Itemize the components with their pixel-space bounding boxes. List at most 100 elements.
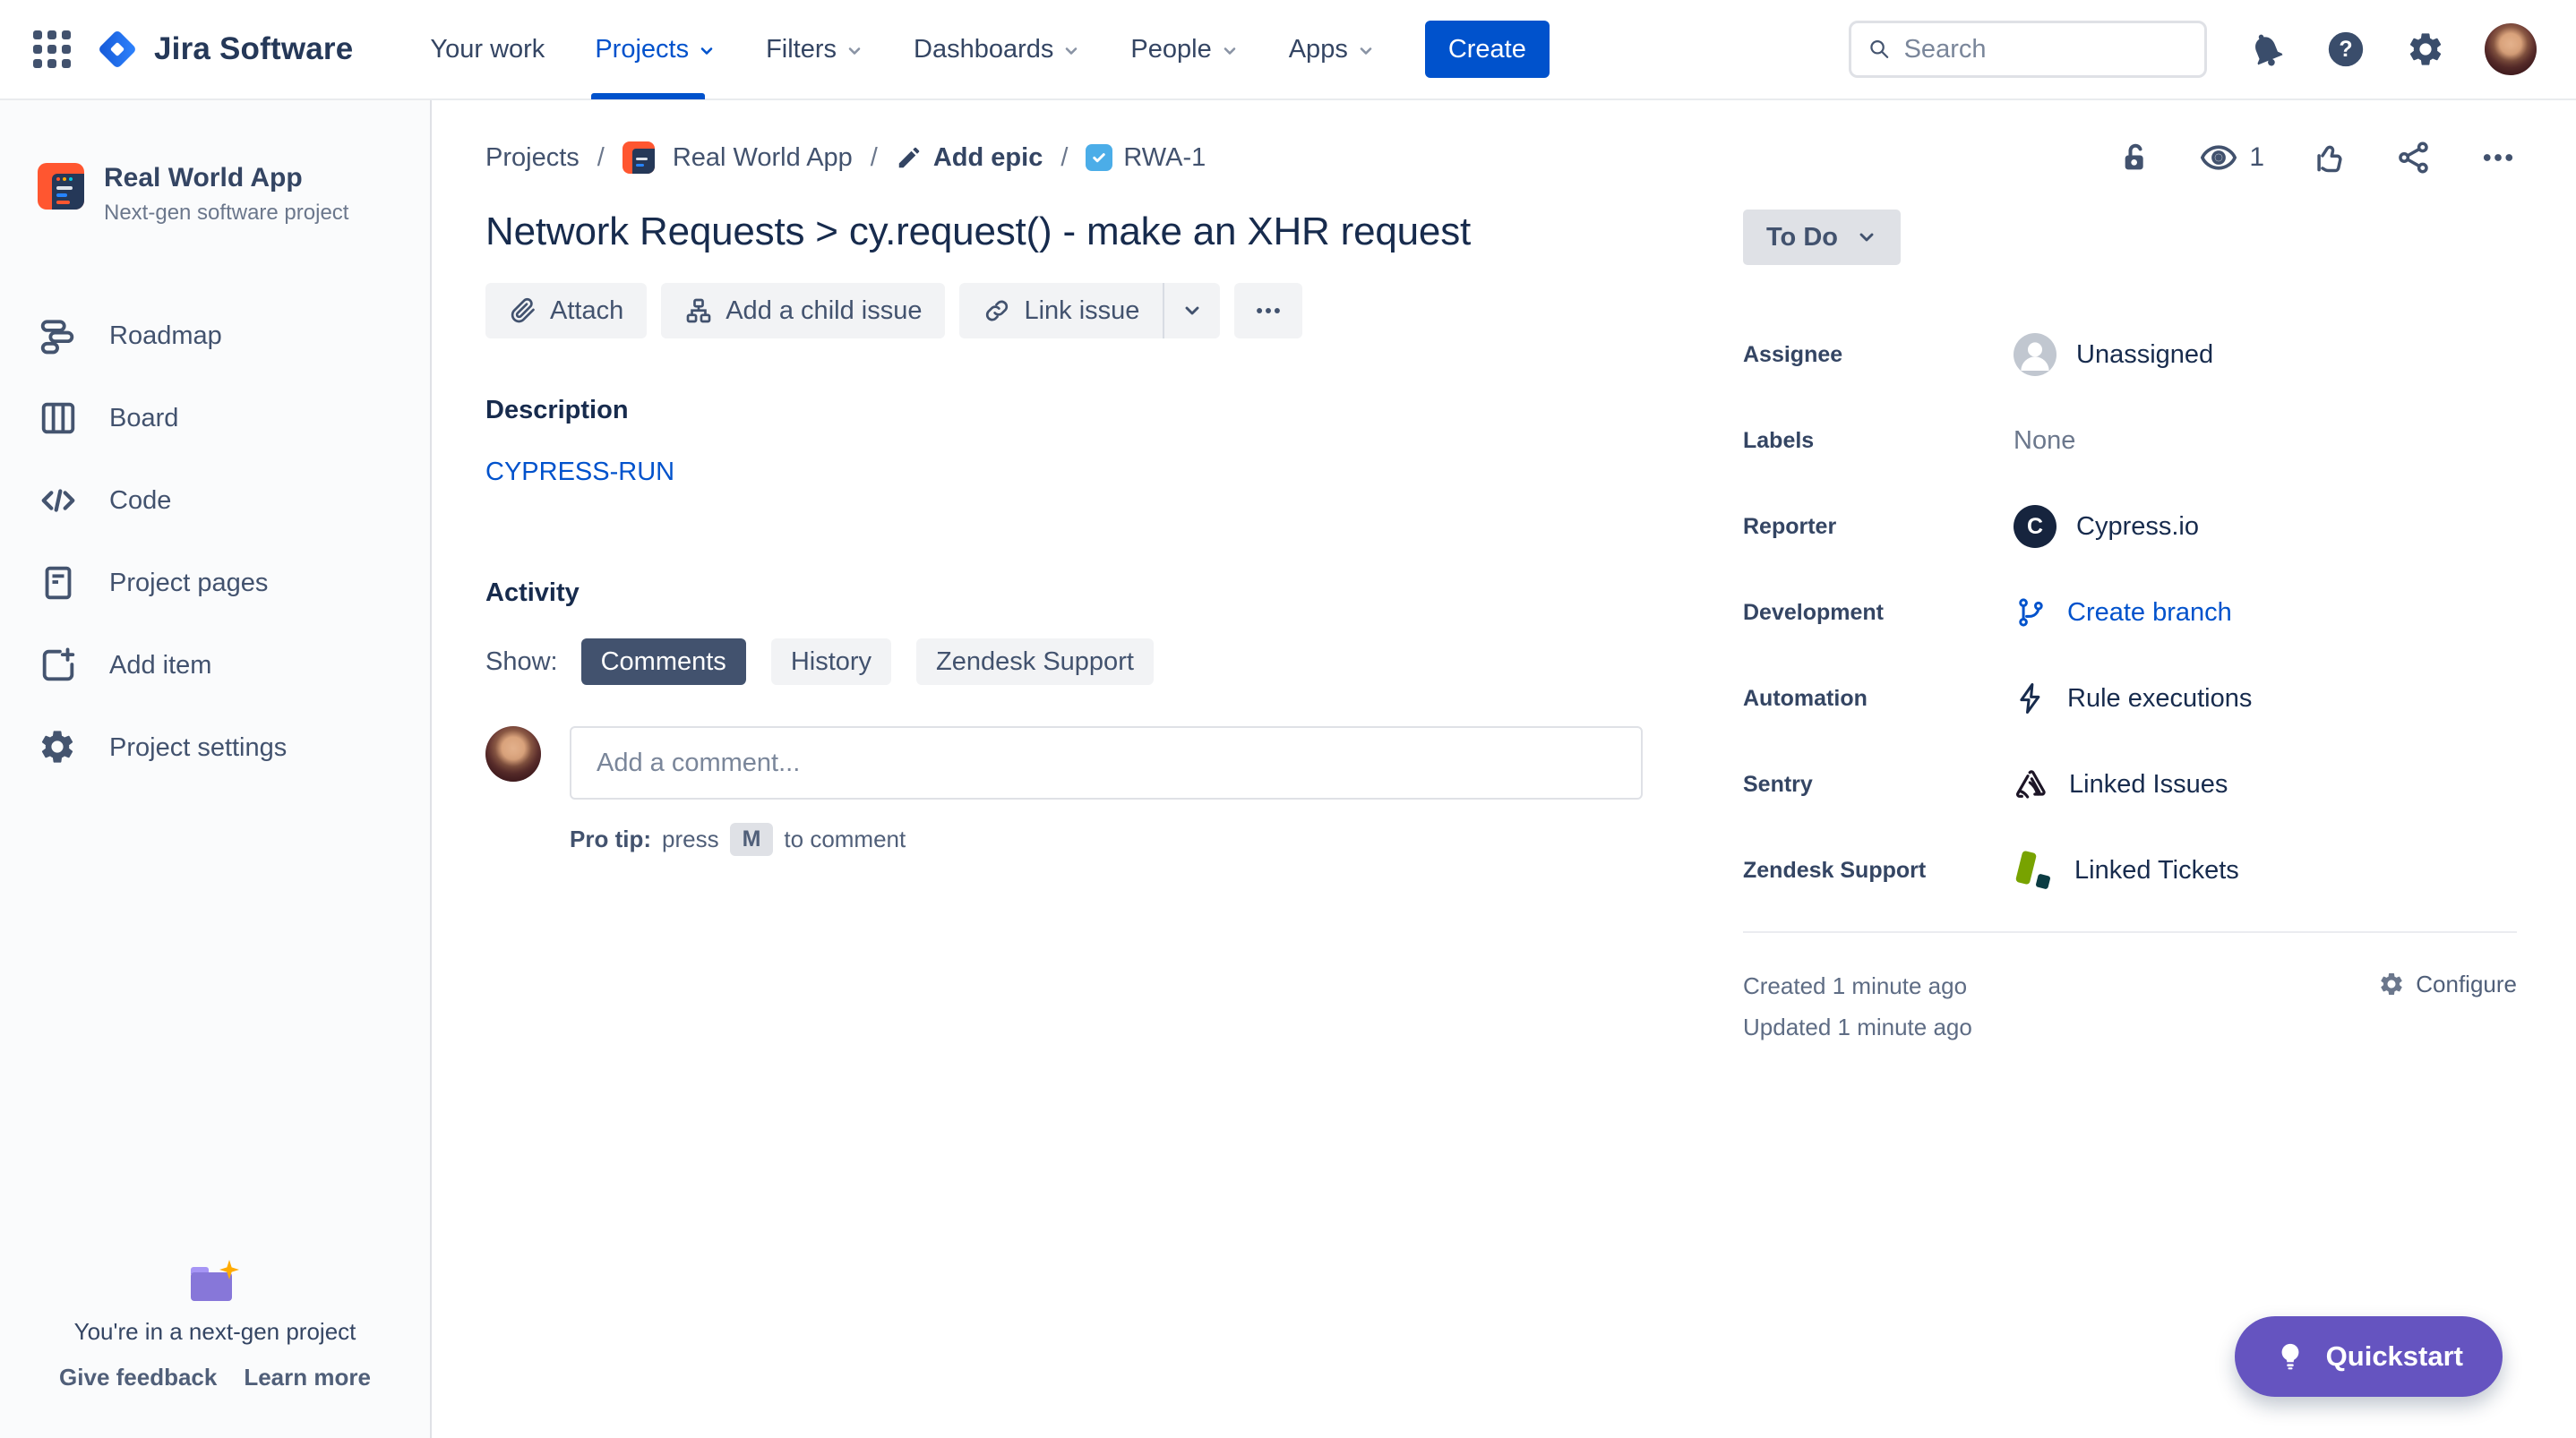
activity-heading: Activity (485, 578, 580, 607)
watch-control[interactable]: 1 (2199, 138, 2264, 177)
zendesk-linked-tickets-link[interactable]: Linked Tickets (2014, 850, 2239, 891)
configure-button[interactable]: Configure (2378, 971, 2517, 1048)
link-issue-button[interactable]: Link issue (959, 283, 1163, 338)
search-input[interactable] (1903, 34, 2188, 64)
settings-gear-icon[interactable] (2406, 30, 2445, 69)
attach-button[interactable]: Attach (485, 283, 648, 338)
chevron-down-icon (1859, 233, 1874, 242)
help-icon[interactable]: ? (2325, 29, 2366, 70)
app-switcher-icon[interactable] (30, 28, 73, 71)
task-type-icon (1086, 144, 1113, 171)
link-icon (986, 300, 1009, 321)
chevron-down-icon (848, 47, 861, 55)
issue-view: Projects / Real World App / Add epic / R… (432, 100, 2576, 1438)
unassigned-avatar-icon (2014, 333, 2057, 376)
rule-executions-link[interactable]: Rule executions (2014, 681, 2252, 715)
field-development: Development Create branch (1743, 587, 2517, 638)
sidebar-item-board[interactable]: Board (38, 392, 408, 444)
lightbulb-icon (2281, 1343, 2299, 1370)
sentry-linked-issues-link[interactable]: Linked Issues (2014, 766, 2228, 802)
paperclip-icon (511, 297, 535, 323)
give-feedback-link[interactable]: Give feedback (59, 1364, 217, 1391)
create-branch-link[interactable]: Create branch (2014, 595, 2232, 629)
watch-count: 1 (2249, 142, 2264, 172)
project-settings-gear-icon (38, 727, 79, 768)
share-icon[interactable] (2395, 139, 2433, 176)
link-issue-split-button: Link issue (959, 283, 1221, 338)
breadcrumb-add-epic[interactable]: Add epic (896, 143, 1043, 173)
sidebar-item-code[interactable]: Code (38, 475, 408, 526)
sidebar-item-project-settings[interactable]: Project settings (38, 722, 408, 774)
quickstart-button[interactable]: Quickstart (2234, 1316, 2503, 1397)
more-actions-icon[interactable] (2479, 139, 2517, 176)
tab-history[interactable]: History (770, 638, 892, 685)
details-panel: To Do Assignee Unassigned Labels None Re… (1743, 210, 2533, 1048)
sentry-icon (2016, 770, 2046, 799)
product-name: Jira Software (154, 31, 354, 66)
chevron-down-icon (1360, 47, 1372, 55)
sidebar-item-add-item[interactable]: Add item (38, 639, 408, 691)
assignee-value[interactable]: Unassigned (2014, 333, 2213, 376)
breadcrumb-project-icon (622, 141, 655, 174)
comment-user-avatar (485, 726, 541, 782)
pro-tip: Pro tip: press M to comment (570, 823, 1643, 856)
search-icon (1870, 40, 1889, 58)
cypress-avatar-icon: C (2014, 505, 2057, 548)
tab-zendesk-support[interactable]: Zendesk Support (916, 638, 1154, 685)
child-issue-icon (686, 298, 711, 323)
field-automation: Automation Rule executions (1743, 673, 2517, 723)
description-link[interactable]: CYPRESS-RUN (485, 458, 674, 487)
nav-projects[interactable]: Projects (570, 0, 741, 99)
create-button[interactable]: Create (1424, 21, 1550, 78)
updated-timestamp: Updated 1 minute ago (1743, 1014, 1972, 1040)
add-child-issue-button[interactable]: Add a child issue (661, 283, 946, 338)
project-sidebar: Real World App Next-gen software project… (0, 100, 432, 1438)
status-dropdown[interactable]: To Do (1743, 210, 1901, 265)
nav-dashboards[interactable]: Dashboards (889, 0, 1105, 99)
more-actions-button[interactable] (1234, 283, 1303, 338)
nav-people[interactable]: People (1105, 0, 1263, 99)
top-navigation-bar: Jira Software Your work Projects Filters… (0, 0, 2576, 100)
chevron-down-icon (1185, 306, 1199, 315)
sidebar-item-roadmap[interactable]: Roadmap (38, 310, 408, 362)
project-header[interactable]: Real World App Next-gen software project (38, 163, 408, 226)
project-type: Next-gen software project (104, 201, 349, 225)
search-field[interactable] (1849, 21, 2207, 78)
jira-logo[interactable]: Jira Software (95, 27, 353, 72)
nav-apps[interactable]: Apps (1264, 0, 1400, 99)
like-thumbs-up-icon[interactable] (2311, 139, 2348, 176)
board-icon (38, 398, 79, 439)
labels-value[interactable]: None (2014, 426, 2075, 456)
link-issue-dropdown-chevron[interactable] (1164, 283, 1220, 338)
configure-gear-icon (2381, 973, 2402, 995)
add-item-icon (38, 645, 79, 686)
breadcrumb-project[interactable]: Real World App (673, 143, 853, 173)
notifications-bell-icon[interactable] (2246, 30, 2286, 69)
reporter-value[interactable]: C Cypress.io (2014, 505, 2199, 548)
chevron-down-icon (1224, 47, 1236, 55)
nav-your-work[interactable]: Your work (405, 0, 570, 99)
user-avatar[interactable] (2485, 23, 2537, 75)
next-gen-folder-icon (191, 1260, 239, 1301)
code-icon (38, 480, 79, 521)
m-keycap: M (729, 823, 774, 856)
svg-text:?: ? (2339, 37, 2352, 62)
project-avatar-icon (38, 163, 84, 210)
breadcrumb-projects[interactable]: Projects (485, 143, 580, 173)
unlock-icon[interactable] (2117, 140, 2152, 175)
breadcrumb-issue-key[interactable]: RWA-1 (1086, 143, 1206, 173)
tab-comments[interactable]: Comments (580, 638, 746, 685)
roadmap-icon (38, 315, 79, 356)
issue-title[interactable]: Network Requests > cy.request() - make a… (485, 210, 1643, 254)
comment-input[interactable] (597, 748, 1616, 778)
nav-filters[interactable]: Filters (741, 0, 889, 99)
show-label: Show: (485, 646, 558, 676)
field-sentry: Sentry Linked Issues (1743, 759, 2517, 809)
field-assignee: Assignee Unassigned (1743, 330, 2517, 380)
learn-more-link[interactable]: Learn more (244, 1364, 371, 1391)
comment-field[interactable] (570, 726, 1643, 800)
details-divider (1743, 931, 2517, 933)
sidebar-item-project-pages[interactable]: Project pages (38, 557, 408, 609)
breadcrumb: Projects / Real World App / Add epic / R… (485, 141, 1206, 174)
next-gen-message: You're in a next-gen project (73, 1318, 356, 1345)
